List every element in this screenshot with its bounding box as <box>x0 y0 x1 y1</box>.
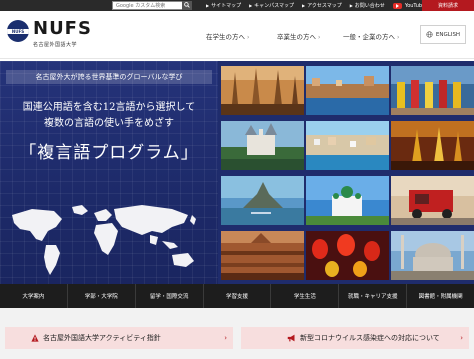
nav-alumni-label: 卒業生の方へ <box>277 33 316 41</box>
request-materials-button[interactable]: 資料請求 <box>422 0 474 11</box>
abbey-island-photo <box>221 176 304 225</box>
logo-name: NUFS <box>33 18 92 39</box>
chevron-right-icon: › <box>397 34 400 41</box>
logo-subtitle: 名古屋外国語大学 <box>33 42 78 48</box>
sitemap-link[interactable]: ▶ サイトマップ <box>206 2 241 9</box>
castle-photo <box>221 121 304 170</box>
nav-student-life-label: 学生生活 <box>293 294 316 300</box>
activity-guideline-banner[interactable]: 名古屋外国語大学アクティビティ指針 › <box>5 327 233 349</box>
hero-lead-line-2: 複数の言語の使い手をめざす <box>44 118 174 129</box>
logo-emblem-icon: NUFS <box>7 20 29 42</box>
utility-links: ▶ サイトマップ ▶ キャンパスマップ ▶ アクセスマップ ▶ お問い合わせ YouTu… <box>206 0 425 11</box>
chevron-right-icon: › <box>247 34 250 41</box>
alert-icon <box>31 334 39 342</box>
english-label: ENGLISH <box>435 31 461 38</box>
youtube-link[interactable]: YouTube <box>392 2 425 9</box>
nav-general-label: 一般・企業の方へ <box>343 33 395 41</box>
mosque-photo <box>391 231 474 280</box>
rooftops-photo <box>221 231 304 280</box>
orthodox-church-photo <box>306 176 389 225</box>
caret-right-icon: ▶ <box>206 3 210 8</box>
thai-dancers-photo <box>391 121 474 170</box>
world-map-image <box>12 205 196 275</box>
contact-link[interactable]: ▶ お問い合わせ <box>350 2 385 9</box>
nav-library[interactable]: 図書館・附属機関 <box>407 284 474 308</box>
nav-about-label: 大学案内 <box>22 294 45 300</box>
nav-study-abroad[interactable]: 留学・国際交流 <box>136 284 204 308</box>
nav-faculties-label: 学部・大学院 <box>84 294 118 300</box>
sitemap-label: サイトマップ <box>211 3 242 9</box>
access-map-link[interactable]: ▶ アクセスマップ <box>302 2 342 9</box>
covid-notice-label: 新型コロナウイルス感染症への対応について <box>300 334 440 342</box>
top-utility-bar: ▶サイトマップ ▶キャンパスマップ ▶アクセスマップ ▶お問い合わせ YouTu… <box>0 0 474 11</box>
campus-map-link[interactable]: ▶ キャンパスマップ <box>249 2 294 9</box>
youtube-icon <box>392 2 402 9</box>
arrow-right-icon: › <box>460 334 463 342</box>
nav-learning-support[interactable]: 学習支援 <box>204 284 272 308</box>
main-category-nav: 大学案内 学部・大学院 留学・国際交流 学習支援 学生生活 就職・キャリア支援 … <box>0 284 474 308</box>
nav-current-students[interactable]: 在学生の方へ › <box>206 31 249 41</box>
coastal-city-photo <box>306 121 389 170</box>
nav-student-life[interactable]: 学生生活 <box>271 284 340 308</box>
nav-learning-label: 学習支援 <box>226 294 249 300</box>
hero-program-title: 「複言語プログラム」 <box>19 143 199 163</box>
campus-map-label: キャンパスマップ <box>254 3 295 9</box>
search-button[interactable] <box>182 0 192 10</box>
search-input[interactable] <box>113 2 181 9</box>
covid-notice-banner[interactable]: 新型コロナウイルス感染症への対応について › <box>241 327 469 349</box>
access-map-label: アクセスマップ <box>307 3 342 9</box>
site-logo[interactable]: NUFS NUFS 名古屋外国語大学 <box>7 20 92 48</box>
site-search <box>112 0 192 10</box>
tuktuk-photo <box>391 176 474 225</box>
church-photo <box>221 66 304 115</box>
nav-about-university[interactable]: 大学案内 <box>0 284 68 308</box>
nav-faculties[interactable]: 学部・大学院 <box>68 284 136 308</box>
city-canal-photo <box>306 66 389 115</box>
photo-collage <box>219 64 474 282</box>
notice-banners: 名古屋外国語大学アクティビティ指針 › 新型コロナウイルス感染症への対応について… <box>0 308 474 359</box>
hero-tagline: 名古屋外大が誇る世界基準のグローバルな学び <box>6 70 212 84</box>
hero-banner[interactable]: 名古屋外大が誇る世界基準のグローバルな学び 国連公用語を含む12言語から選択して… <box>0 61 474 284</box>
arrow-right-icon: › <box>224 334 227 342</box>
nav-library-label: 図書館・附属機関 <box>418 294 463 300</box>
globe-icon <box>426 31 433 38</box>
english-button[interactable]: ENGLISH <box>420 25 466 44</box>
site-header: NUFS NUFS 名古屋外国語大学 在学生の方へ › 卒業生の方へ › 一般・企業… <box>0 11 474 59</box>
contact-label: お問い合わせ <box>354 3 385 9</box>
caret-right-icon: ▶ <box>249 3 253 8</box>
chevron-right-icon: › <box>318 34 321 41</box>
nav-alumni[interactable]: 卒業生の方へ › <box>277 31 320 41</box>
request-label: 資料請求 <box>437 3 458 9</box>
nav-career-support[interactable]: 就職・キャリア支援 <box>339 284 408 308</box>
search-icon <box>184 2 190 8</box>
activity-guideline-label: 名古屋外国語大学アクティビティ指針 <box>43 334 161 342</box>
caret-right-icon: ▶ <box>349 3 353 8</box>
lanterns-photo <box>306 231 389 280</box>
nav-general-corporate[interactable]: 一般・企業の方へ › <box>343 31 399 41</box>
nav-current-students-label: 在学生の方へ <box>206 33 245 41</box>
nav-career-label: 就職・キャリア支援 <box>347 294 398 300</box>
hero-text-panel: 名古屋外大が誇る世界基準のグローバルな学び 国連公用語を含む12言語から選択して… <box>0 61 218 284</box>
hero-lead-line-1: 国連公用語を含む12言語から選択して <box>22 102 196 113</box>
caret-right-icon: ▶ <box>302 3 306 8</box>
nav-study-abroad-label: 留学・国際交流 <box>149 294 189 300</box>
dancers-photo <box>391 66 474 115</box>
megaphone-icon <box>287 334 296 342</box>
